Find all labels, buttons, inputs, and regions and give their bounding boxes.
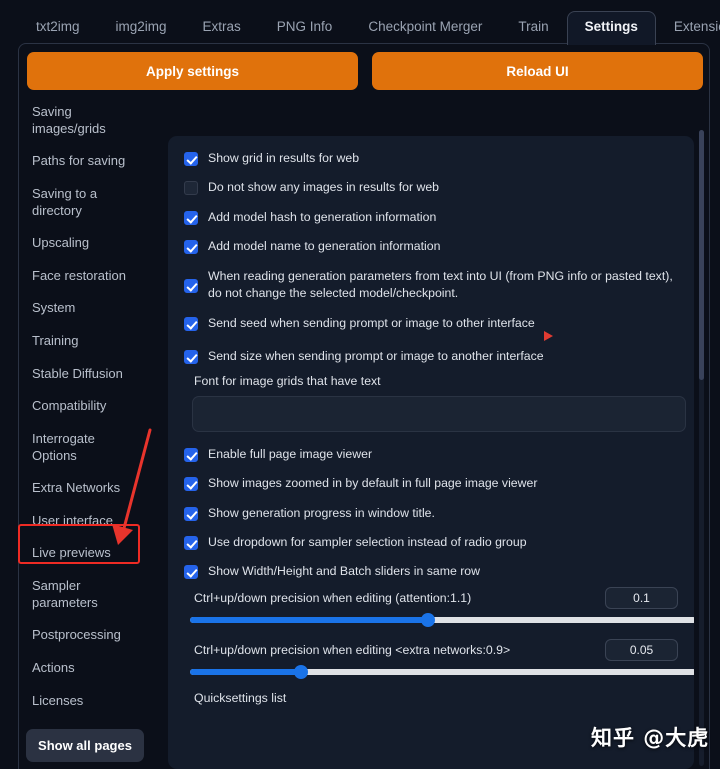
sidebar-item-paths-for-saving[interactable]: Paths for saving	[14, 145, 146, 178]
setting-label: Enable full page image viewer	[208, 446, 373, 461]
tab-extensions[interactable]: Extensions	[656, 11, 720, 45]
slider-header: Ctrl+up/down precision when editing <ext…	[184, 638, 678, 661]
slider-track[interactable]	[190, 612, 694, 627]
checkbox-icon[interactable]	[184, 152, 198, 166]
setting-label: Show Width/Height and Batch sliders in s…	[208, 564, 481, 579]
checkbox-icon[interactable]	[184, 316, 198, 331]
setting-show-width-height-and-batch-sliders-in-same-row[interactable]: Show Width/Height and Batch sliders in s…	[184, 563, 678, 580]
sidebar-item-actions[interactable]: Actions	[14, 652, 146, 685]
sidebar-item-licenses[interactable]: Licenses	[14, 685, 146, 718]
sidebar-item-live-previews[interactable]: Live previews	[14, 537, 146, 570]
slider-header: Ctrl+up/down precision when editing (att…	[184, 586, 678, 609]
setting-label: When reading generation parameters from …	[208, 268, 673, 301]
sidebar-item-saving-images-grids[interactable]: Saving images/grids	[14, 96, 146, 145]
font-field-label: Font for image grids that have text	[194, 373, 381, 388]
sidebar-item-upscaling[interactable]: Upscaling	[14, 227, 146, 260]
main-tabbar: txt2img img2img Extras PNG Info Checkpoi…	[0, 0, 720, 45]
setting-label: Do not show any images in results for we…	[208, 180, 440, 195]
checkbox-icon[interactable]	[184, 565, 198, 580]
checkbox-icon[interactable]	[184, 506, 198, 521]
sidebar-item-system[interactable]: System	[14, 292, 146, 325]
setting-enable-full-page-image-viewer[interactable]: Enable full page image viewer	[184, 446, 678, 463]
apply-settings-button[interactable]: Apply settings	[27, 52, 358, 90]
setting-do-not-change-selected-model-checkpoint[interactable]: When reading generation parameters from …	[184, 268, 678, 303]
sidebar-item-sampler-parameters[interactable]: Sampler parameters	[14, 570, 146, 619]
sidebar-item-training[interactable]: Training	[14, 325, 146, 358]
slider-knob[interactable]	[420, 612, 435, 627]
setting-send-seed-when-sending-prompt-or-image[interactable]: Send seed when sending prompt or image t…	[184, 315, 678, 332]
settings-content: Show grid in results for web Do not show…	[168, 136, 694, 769]
tab-train[interactable]: Train	[500, 11, 566, 45]
slider-value-input[interactable]: 0.05	[605, 638, 678, 661]
tab-checkpoint-merger[interactable]: Checkpoint Merger	[350, 11, 500, 45]
tab-extras[interactable]: Extras	[185, 11, 259, 45]
watermark-text: 知乎 @大虎	[591, 726, 710, 750]
sidebar-item-interrogate-options[interactable]: Interrogate Options	[14, 423, 146, 472]
setting-show-generation-progress-in-window-title[interactable]: Show generation progress in window title…	[184, 505, 678, 522]
setting-show-grid-in-results-for-web[interactable]: Show grid in results for web	[184, 150, 678, 167]
checkbox-icon[interactable]	[184, 240, 198, 255]
content-scrollbar[interactable]	[699, 130, 704, 766]
settings-page: txt2img img2img Extras PNG Info Checkpoi…	[0, 0, 720, 769]
action-button-row: Apply settings Reload UI	[23, 52, 707, 90]
slider-fill	[190, 616, 428, 623]
setting-label: Show images zoomed in by default in full…	[208, 476, 538, 491]
slider-fill	[190, 668, 302, 675]
show-all-pages-button[interactable]: Show all pages	[26, 729, 144, 763]
setting-show-images-zoomed-in-by-default[interactable]: Show images zoomed in by default in full…	[184, 475, 678, 492]
red-play-marker-icon	[544, 331, 553, 341]
setting-label: Add model hash to generation information	[208, 209, 437, 224]
setting-use-dropdown-for-sampler-selection[interactable]: Use dropdown for sampler selection inste…	[184, 534, 678, 551]
checkbox-icon[interactable]	[184, 447, 198, 462]
setting-do-not-show-any-images-in-results-for-web[interactable]: Do not show any images in results for we…	[184, 179, 678, 196]
checkbox-icon[interactable]	[184, 210, 198, 225]
slider-extra-networks-precision: Ctrl+up/down precision when editing <ext…	[184, 638, 694, 679]
quicksettings-list-label: Quicksettings list	[194, 690, 287, 705]
sidebar-item-postprocessing[interactable]: Postprocessing	[14, 619, 146, 652]
font-for-image-grids-input[interactable]	[192, 395, 686, 432]
slider-label: Ctrl+up/down precision when editing (att…	[194, 590, 472, 605]
tab-png-info[interactable]: PNG Info	[259, 11, 351, 45]
setting-label: Send size when sending prompt or image t…	[208, 349, 544, 364]
setting-label: Show generation progress in window title…	[208, 505, 435, 520]
setting-add-model-hash-to-generation-information[interactable]: Add model hash to generation information	[184, 209, 678, 226]
slider-label: Ctrl+up/down precision when editing <ext…	[194, 642, 511, 657]
setting-label: Show grid in results for web	[208, 151, 360, 165]
setting-label: Send seed when sending prompt or image t…	[208, 315, 535, 330]
sidebar-item-compatibility[interactable]: Compatibility	[14, 390, 146, 423]
checkbox-icon[interactable]	[184, 278, 198, 293]
scrollbar-thumb[interactable]	[699, 130, 704, 380]
slider-attention-precision: Ctrl+up/down precision when editing (att…	[184, 586, 694, 627]
setting-send-size-when-sending-prompt-or-image[interactable]: Send size when sending prompt or image t…	[184, 348, 678, 365]
checkbox-icon[interactable]	[184, 181, 198, 196]
tab-img2img[interactable]: img2img	[98, 11, 185, 45]
checkbox-icon[interactable]	[184, 477, 198, 492]
settings-sidebar: Saving images/grids Paths for saving Sav…	[14, 96, 146, 763]
sidebar-item-saving-to-a-directory[interactable]: Saving to a directory	[14, 178, 146, 227]
sidebar-item-user-interface[interactable]: User interface	[14, 505, 146, 538]
slider-knob[interactable]	[294, 664, 309, 679]
reload-ui-button[interactable]: Reload UI	[372, 52, 703, 90]
checkbox-icon[interactable]	[184, 350, 198, 365]
setting-label: Use dropdown for sampler selection inste…	[208, 534, 527, 549]
checkbox-icon[interactable]	[184, 535, 198, 550]
tab-settings[interactable]: Settings	[566, 11, 656, 45]
slider-value-input[interactable]: 0.1	[605, 586, 678, 609]
setting-add-model-name-to-generation-information[interactable]: Add model name to generation information	[184, 238, 678, 255]
setting-label: Add model name to generation information	[208, 239, 441, 254]
tab-txt2img[interactable]: txt2img	[18, 11, 98, 45]
sidebar-item-extra-networks[interactable]: Extra Networks	[14, 472, 146, 505]
slider-track[interactable]	[190, 664, 694, 679]
sidebar-item-face-restoration[interactable]: Face restoration	[14, 260, 146, 293]
sidebar-item-stable-diffusion[interactable]: Stable Diffusion	[14, 358, 146, 391]
